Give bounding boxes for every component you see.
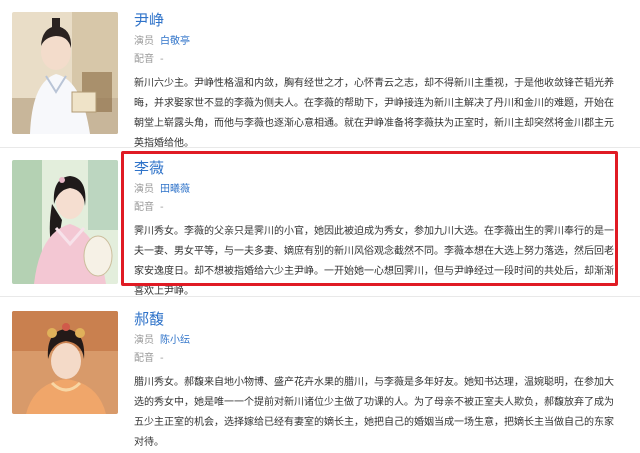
dubbing-row: 配音 -	[134, 52, 620, 68]
dubbing-value: -	[160, 54, 164, 65]
character-card-li-wei: 李薇 演员 田曦薇 配音 - 霁川秀女。李薇的父亲只是霁川的小官，她因此被迫成为秀女…	[0, 148, 640, 297]
character-card-hao-fu: 郝馥 演员 陈小纭 配音 - 腊川秀女。郝馥来自地小物博、盛产花卉水果的腊川，与李薇…	[0, 297, 640, 448]
character-name[interactable]: 李薇	[134, 158, 620, 178]
character-photo[interactable]	[12, 160, 118, 284]
character-description: 霁川秀女。李薇的父亲只是霁川的小官，她因此被迫成为秀女，参加九川大选。在李薇出生…	[134, 226, 614, 297]
character-name[interactable]: 郝馥	[134, 309, 620, 329]
dubbing-label: 配音	[134, 353, 154, 364]
actor-link[interactable]: 白敬亭	[160, 36, 190, 47]
dubbing-value: -	[160, 202, 164, 213]
dubbing-row: 配音 -	[134, 351, 620, 367]
actor-row: 演员 白敬亭	[134, 34, 620, 50]
dubbing-label: 配音	[134, 54, 154, 65]
actor-label: 演员	[134, 184, 154, 195]
actor-row: 演员 田曦薇	[134, 182, 620, 198]
actor-row: 演员 陈小纭	[134, 333, 620, 349]
character-card-yin-zheng: 尹峥 演员 白敬亭 配音 - 新川六少主。尹峥性格温和内敛，胸有经世之才，心怀青云之…	[0, 0, 640, 149]
actor-link[interactable]: 陈小纭	[160, 335, 190, 346]
dubbing-label: 配音	[134, 202, 154, 213]
character-photo[interactable]	[12, 12, 118, 134]
dubbing-value: -	[160, 353, 164, 364]
actor-label: 演员	[134, 36, 154, 47]
character-description: 新川六少主。尹峥性格温和内敛，胸有经世之才，心怀青云之志，却不得新川主重视，于是…	[134, 78, 614, 149]
character-photo[interactable]	[12, 311, 118, 414]
character-name[interactable]: 尹峥	[134, 10, 620, 30]
dubbing-row: 配音 -	[134, 200, 620, 216]
actor-label: 演员	[134, 335, 154, 346]
character-description: 腊川秀女。郝馥来自地小物博、盛产花卉水果的腊川，与李薇是多年好友。她知书达理，温…	[134, 377, 614, 448]
actor-link[interactable]: 田曦薇	[160, 184, 190, 195]
